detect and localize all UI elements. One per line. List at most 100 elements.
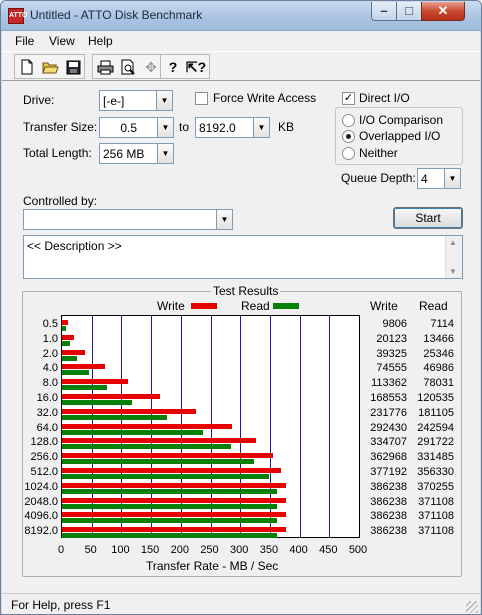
- drive-select[interactable]: [-e-] ▼: [99, 90, 173, 111]
- grid-line: [329, 316, 330, 537]
- transfer-size-from-select[interactable]: 0.5 ▼: [99, 117, 174, 138]
- x-tick-label: 50: [84, 544, 97, 556]
- x-tick-label: 150: [140, 544, 160, 556]
- read-bar: [62, 326, 67, 331]
- neither-label: Neither: [359, 146, 398, 160]
- read-bar: [62, 370, 90, 376]
- total-length-label: Total Length:: [23, 146, 92, 160]
- x-tick-label: 100: [111, 544, 130, 556]
- y-tick-label: 2048.0: [24, 495, 58, 508]
- menu-help[interactable]: Help: [88, 34, 113, 48]
- write-bar: [62, 408, 197, 414]
- read-bar: [62, 400, 132, 405]
- read-column-header: Read: [419, 299, 448, 313]
- controlled-by-select[interactable]: ▼: [23, 209, 233, 230]
- neither-radio[interactable]: [342, 147, 355, 160]
- write-bar: [62, 394, 160, 399]
- write-value-label: 292430: [370, 421, 407, 434]
- to-label: to: [179, 120, 190, 134]
- y-tick-label: 32.0: [36, 406, 58, 419]
- app-icon: ATTO: [8, 8, 27, 24]
- legend-write-label: Write: [157, 299, 185, 313]
- x-tick-label: 0: [57, 544, 65, 556]
- resize-grip-icon[interactable]: [466, 601, 478, 613]
- window-title: Untitled - ATTO Disk Benchmark: [30, 8, 203, 22]
- close-button[interactable]: ✕: [421, 2, 465, 21]
- chevron-down-icon[interactable]: ▼: [156, 90, 173, 111]
- save-icon[interactable]: [62, 56, 84, 78]
- write-column-header: Write: [370, 299, 398, 313]
- chevron-down-icon[interactable]: ▼: [253, 117, 270, 138]
- menu-view[interactable]: View: [49, 34, 75, 48]
- total-length-select[interactable]: 256 MB ▼: [99, 143, 174, 164]
- legend-write-swatch: [191, 303, 217, 309]
- queue-depth-value: 4: [421, 172, 428, 186]
- y-tick-label: 64.0: [36, 421, 58, 434]
- read-bar: [62, 429, 203, 435]
- write-bar: [62, 320, 68, 325]
- maximize-button[interactable]: □: [396, 2, 422, 21]
- read-bar: [62, 444, 232, 450]
- read-value-label: 331485: [417, 451, 454, 464]
- scroll-up-icon[interactable]: ▲: [449, 238, 457, 247]
- io-comparison-radio[interactable]: [342, 114, 355, 127]
- write-value-label: 362968: [370, 451, 407, 464]
- controlled-by-label: Controlled by:: [23, 194, 98, 208]
- description-scrollbar[interactable]: ▲ ▼: [445, 236, 462, 278]
- overlapped-io-radio[interactable]: [342, 130, 355, 143]
- new-icon[interactable]: [16, 56, 38, 78]
- write-value-label: 9806: [382, 318, 407, 330]
- read-value-label: 356330: [417, 466, 454, 478]
- force-write-access-checkbox[interactable]: [195, 92, 208, 105]
- overlapped-io-label: Overlapped I/O: [359, 129, 441, 143]
- chevron-down-icon[interactable]: ▼: [444, 168, 461, 189]
- help-icon[interactable]: ?: [162, 56, 184, 78]
- direct-io-label: Direct I/O: [359, 91, 410, 105]
- title-bar[interactable]: ATTO Untitled - ATTO Disk Benchmark – □ …: [1, 1, 481, 31]
- scroll-down-icon[interactable]: ▼: [449, 267, 457, 276]
- chevron-down-icon[interactable]: ▼: [157, 117, 174, 138]
- y-tick-label: 16.0: [36, 392, 58, 404]
- drive-value: [-e-]: [103, 94, 125, 108]
- total-length-value: 256 MB: [103, 147, 145, 161]
- y-tick-label: 128.0: [30, 436, 58, 449]
- radio-selected-dot: [346, 134, 351, 139]
- direct-io-checkbox[interactable]: ✓: [342, 92, 355, 105]
- minimize-icon: –: [380, 3, 388, 18]
- read-bar: [62, 518, 278, 524]
- write-value-label: 334707: [370, 436, 407, 449]
- chevron-down-icon[interactable]: ▼: [216, 209, 233, 230]
- io-comparison-label: I/O Comparison: [359, 113, 444, 127]
- write-bar: [62, 497, 287, 503]
- x-tick-label: 350: [259, 544, 279, 556]
- toolbar: ✥ ? ⇱?: [2, 51, 480, 81]
- x-tick-label: 500: [348, 544, 368, 556]
- print-preview-icon[interactable]: [117, 56, 139, 78]
- read-value-label: 371108: [418, 495, 454, 508]
- x-tick-label: 200: [170, 544, 189, 556]
- y-tick-label: 4096.0: [24, 510, 58, 523]
- toolbar-group-print: ✥: [92, 54, 165, 79]
- y-tick-label: 4.0: [42, 362, 58, 375]
- read-value-label: 370255: [417, 480, 454, 493]
- maximize-icon: □: [405, 3, 413, 18]
- open-icon[interactable]: [39, 56, 61, 78]
- write-value-label: 74555: [376, 362, 407, 375]
- start-button[interactable]: Start: [393, 207, 463, 229]
- queue-depth-select[interactable]: 4 ▼: [417, 168, 461, 189]
- move-icon[interactable]: ✥: [140, 56, 162, 78]
- transfer-size-to-select[interactable]: 8192.0 ▼: [195, 117, 270, 138]
- write-value-label: 231776: [370, 406, 407, 419]
- read-value-label: 78031: [423, 377, 454, 390]
- transfer-to-value: 8192.0: [199, 121, 236, 135]
- chevron-down-icon[interactable]: ▼: [157, 143, 174, 164]
- toolbar-group-file: [14, 54, 85, 79]
- grid-line: [300, 316, 301, 537]
- menu-file[interactable]: File: [15, 34, 34, 48]
- read-value-label: 7114: [430, 318, 454, 330]
- minimize-button[interactable]: –: [371, 2, 397, 21]
- print-icon[interactable]: [94, 56, 116, 78]
- context-help-icon[interactable]: ⇱?: [185, 56, 207, 78]
- description-textarea[interactable]: << Description >> ▲ ▼: [23, 235, 463, 279]
- read-bar: [62, 474, 269, 479]
